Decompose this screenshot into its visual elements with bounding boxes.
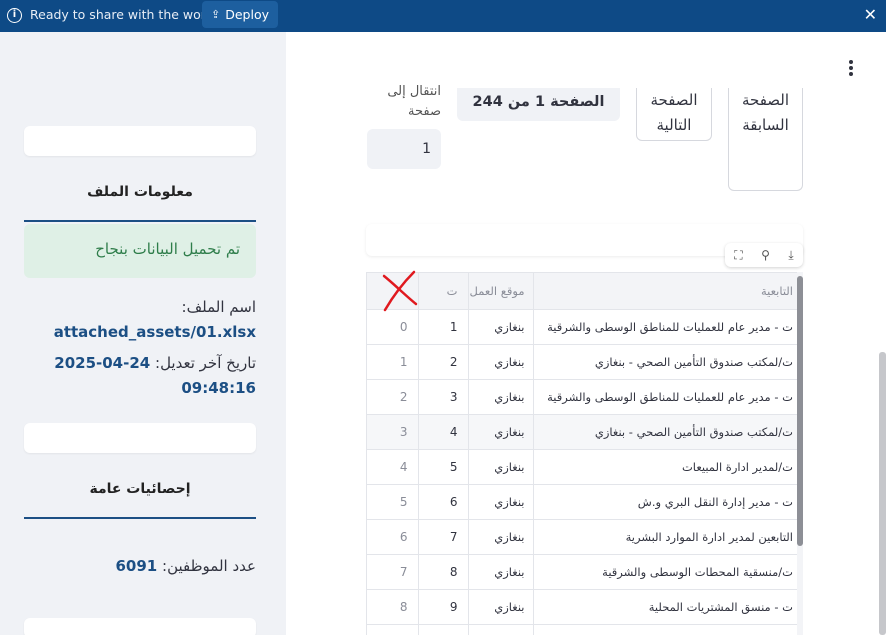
- cell-dept[interactable]: ت - منسق المشتريات المحلية: [533, 589, 802, 625]
- cell-location[interactable]: بنغازي: [468, 379, 534, 415]
- search-icon[interactable]: ⚲: [761, 248, 770, 262]
- row-index-cell[interactable]: 6: [367, 519, 419, 555]
- deploy-label: Deploy: [225, 7, 269, 22]
- table-row[interactable]: 3 4 بنغازي ت/لمكتب صندوق التأمين الصحي - بن…: [367, 414, 802, 450]
- row-index-cell[interactable]: 2: [367, 379, 419, 415]
- banner-message: Ready to share with the world?: [30, 7, 224, 22]
- deploy-banner: i Ready to share with the world? ⇪ Deplo…: [0, 0, 886, 32]
- table-row[interactable]: 0 1 بنغازي ت - مدير عام للعمليات للمناطق ال…: [367, 309, 802, 345]
- close-icon[interactable]: ✕: [864, 5, 877, 24]
- table-row[interactable]: 910بنغازيت - مدير إدارة النقل البري و.ش: [367, 624, 802, 635]
- cell-location[interactable]: بنغازي: [468, 414, 534, 450]
- table-header-row: ت موقع العمل التابعية: [367, 273, 802, 310]
- file-name-row: اسم الملف: attached_assets/01.xlsx: [24, 295, 256, 345]
- table-row[interactable]: 8 9 بنغازي ت - منسق المشتريات المحلية: [367, 589, 802, 625]
- cell-t[interactable]: 1: [418, 309, 469, 345]
- cell-location[interactable]: بنغازي: [468, 554, 534, 590]
- success-alert: تم تحميل البيانات بنجاح: [24, 224, 256, 278]
- cell-t[interactable]: 5: [418, 449, 469, 485]
- dataframe-toolbar: ⛶ ⚲ ⤓: [725, 243, 803, 267]
- red-x-annotation: [382, 270, 418, 312]
- row-index-cell[interactable]: 1: [367, 344, 419, 380]
- row-index-cell[interactable]: 7: [367, 554, 419, 590]
- cell-dept[interactable]: ت - مدير إدارة النقل البري و.ش: [533, 484, 802, 520]
- table-row[interactable]: 4 5 بنغازي ت/لمدير ادارة المبيعات: [367, 449, 802, 485]
- section-divider: [24, 517, 256, 519]
- cell-location[interactable]: بنغازي: [468, 484, 534, 520]
- cell-dept[interactable]: ت/لمكتب صندوق التأمين الصحي - بنغازي: [533, 344, 802, 380]
- sidebar-card: [24, 423, 256, 453]
- table-row[interactable]: 2 3 بنغازي ت - مدير عام للعمليات للمناطق ال…: [367, 379, 802, 415]
- cell-t[interactable]: 8: [418, 554, 469, 590]
- sidebar: معلومات الملف تم تحميل البيانات بنجاح اس…: [0, 32, 286, 635]
- table-scroll-thumb[interactable]: [797, 276, 803, 546]
- next-page-button[interactable]: الصفحة التالية: [636, 88, 712, 141]
- table-row[interactable]: 1 2 بنغازي ت/لمكتب صندوق التأمين الصحي - بن…: [367, 344, 802, 380]
- file-name-value: attached_assets/01.xlsx: [53, 323, 256, 341]
- cell-dept[interactable]: ت/منسقية المحطات الوسطى والشرقية: [533, 554, 802, 590]
- sidebar-card: [24, 618, 256, 635]
- column-header-location[interactable]: موقع العمل: [468, 273, 534, 310]
- row-index-cell[interactable]: 4: [367, 449, 419, 485]
- goto-page-label: انتقال إلى صفحة: [387, 84, 441, 119]
- cell-location[interactable]: بنغازي: [468, 344, 534, 380]
- rocket-icon: ⇪: [211, 8, 221, 21]
- table-scrollbar[interactable]: [797, 272, 803, 635]
- file-info-heading: معلومات الملف: [87, 184, 193, 200]
- cell-dept[interactable]: ت - مدير عام للعمليات للمناطق الوسطى وال…: [533, 379, 802, 415]
- cell-t[interactable]: 10: [418, 624, 469, 635]
- cell-dept[interactable]: التابعين لمدير ادارة الموارد البشرية: [533, 519, 802, 555]
- page-indicator: الصفحة 1 من 244: [457, 88, 620, 121]
- cell-t[interactable]: 9: [418, 589, 469, 625]
- cell-t[interactable]: 7: [418, 519, 469, 555]
- cell-dept[interactable]: ت/لمكتب صندوق التأمين الصحي - بنغازي: [533, 414, 802, 450]
- cell-location[interactable]: بنغازي: [468, 624, 534, 635]
- cell-t[interactable]: 2: [418, 344, 469, 380]
- table-row[interactable]: 6 7 بنغازي التابعين لمدير ادارة الموارد الب…: [367, 519, 802, 555]
- modified-row: تاريخ آخر تعديل: 24-04-2025 09:48:16: [24, 351, 256, 401]
- download-icon[interactable]: ⤓: [788, 248, 793, 263]
- row-index-cell[interactable]: 9: [367, 624, 419, 635]
- employees-value: 6091: [115, 557, 158, 575]
- page-scrollbar[interactable]: [879, 352, 886, 635]
- cell-location[interactable]: بنغازي: [468, 309, 534, 345]
- more-menu-icon[interactable]: [846, 58, 856, 78]
- cell-dept[interactable]: ت - مدير عام للعمليات للمناطق الوسطى وال…: [533, 309, 802, 345]
- cell-location[interactable]: بنغازي: [468, 519, 534, 555]
- employees-row: عدد الموظفين: 6091: [24, 554, 257, 579]
- sidebar-card: [24, 126, 256, 156]
- deploy-button[interactable]: ⇪ Deploy: [202, 1, 278, 28]
- column-header-dept[interactable]: التابعية: [533, 273, 802, 310]
- cell-t[interactable]: 3: [418, 379, 469, 415]
- data-table[interactable]: ت موقع العمل التابعية 0 1 بنغازي ت - مدير ع…: [366, 272, 803, 635]
- cell-location[interactable]: بنغازي: [468, 589, 534, 625]
- prev-page-button[interactable]: الصفحة السابقة: [728, 88, 803, 191]
- column-header-t[interactable]: ت: [418, 273, 469, 310]
- info-icon: i: [7, 8, 22, 23]
- modified-label: تاريخ آخر تعديل:: [155, 354, 256, 372]
- row-index-cell[interactable]: 5: [367, 484, 419, 520]
- section-divider: [24, 220, 256, 222]
- table-row[interactable]: 5 6 بنغازي ت - مدير إدارة النقل البري و.ش: [367, 484, 802, 520]
- cell-t[interactable]: 6: [418, 484, 469, 520]
- file-name-label: اسم الملف:: [181, 298, 256, 316]
- employees-label: عدد الموظفين:: [162, 557, 256, 575]
- cell-t[interactable]: 4: [418, 414, 469, 450]
- cell-dept[interactable]: ت - مدير إدارة النقل البري و.ش: [533, 624, 802, 635]
- stats-heading: إحصائيات عامة: [89, 481, 191, 497]
- cell-dept[interactable]: ت/لمدير ادارة المبيعات: [533, 449, 802, 485]
- cell-location[interactable]: بنغازي: [468, 449, 534, 485]
- row-index-cell[interactable]: 0: [367, 309, 419, 345]
- row-index-cell[interactable]: 8: [367, 589, 419, 625]
- row-index-cell[interactable]: 3: [367, 414, 419, 450]
- table-row[interactable]: 7 8 بنغازي ت/منسقية المحطات الوسطى والشرقية: [367, 554, 802, 590]
- fullscreen-icon[interactable]: ⛶: [734, 248, 742, 263]
- goto-page-input[interactable]: 1: [367, 129, 441, 169]
